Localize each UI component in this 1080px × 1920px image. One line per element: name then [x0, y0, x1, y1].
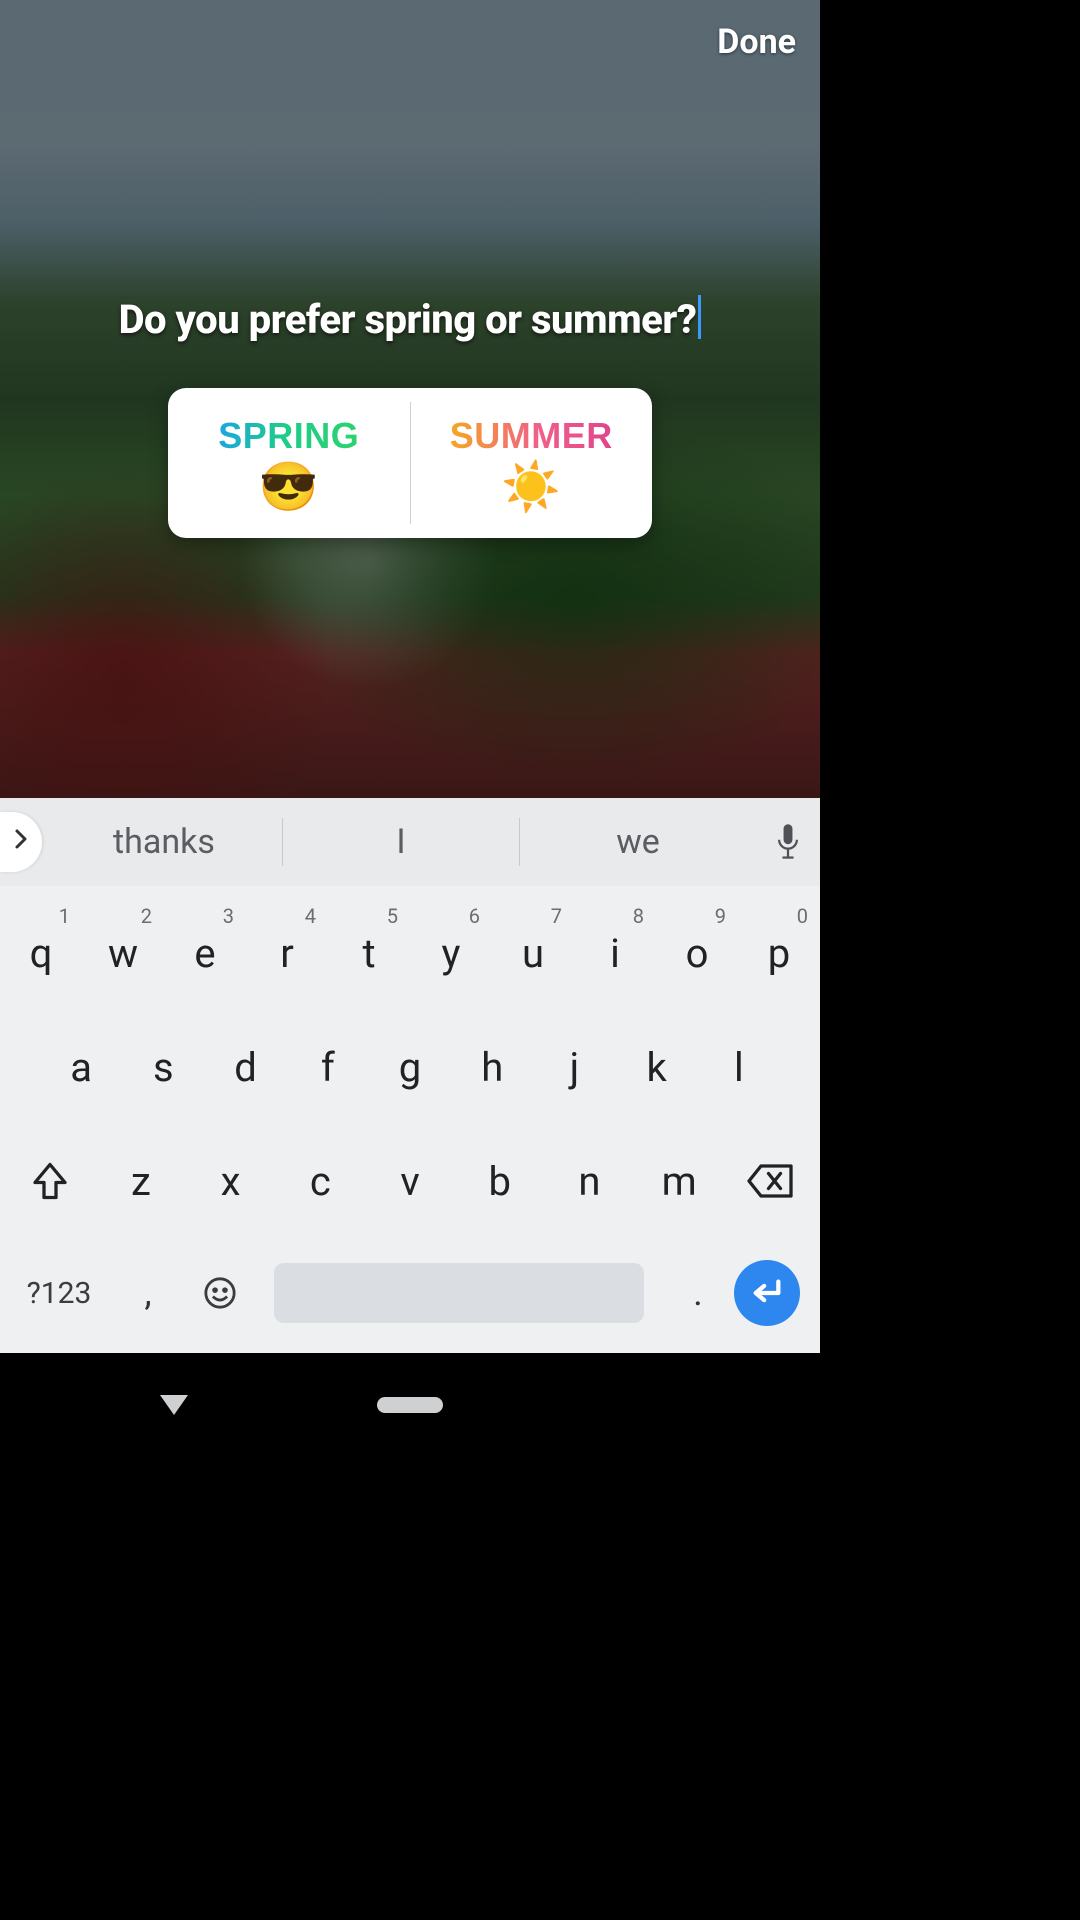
key-d[interactable]: d	[204, 1010, 286, 1124]
key-p[interactable]: 0p	[738, 896, 820, 1010]
poll-option-right-label: SUMMER	[450, 415, 613, 457]
smiley-icon	[203, 1276, 237, 1310]
backspace-key[interactable]	[724, 1163, 816, 1199]
key-l[interactable]: l	[698, 1010, 780, 1124]
shift-key[interactable]	[4, 1161, 96, 1201]
on-screen-keyboard: 1q2w3e4r5t6y7u8i9o0p asdfghjkl zxcvbnm ?…	[0, 886, 820, 1353]
key-s[interactable]: s	[122, 1010, 204, 1124]
key-e[interactable]: 3e	[164, 896, 246, 1010]
key-y[interactable]: 6y	[410, 896, 492, 1010]
key-w[interactable]: 2w	[82, 896, 164, 1010]
space-key[interactable]	[274, 1263, 644, 1323]
poll-sticker[interactable]: SPRING 😎 SUMMER ☀️	[168, 388, 652, 538]
key-hint: 7	[551, 904, 562, 928]
key-letter: z	[131, 1158, 151, 1205]
key-letter: i	[610, 930, 620, 977]
key-k[interactable]: k	[616, 1010, 698, 1124]
key-letter: m	[662, 1158, 697, 1205]
key-letter: x	[221, 1158, 241, 1205]
android-nav-bar	[0, 1353, 820, 1456]
period-key[interactable]: .	[662, 1272, 734, 1314]
key-letter: f	[321, 1044, 335, 1091]
key-letter: j	[570, 1044, 580, 1091]
key-letter: n	[578, 1158, 600, 1205]
key-hint: 4	[305, 904, 316, 928]
sun-emoji-icon: ☀️	[501, 463, 561, 511]
key-hint: 3	[223, 904, 234, 928]
key-letter: h	[481, 1044, 503, 1091]
text-cursor	[698, 295, 701, 339]
shift-icon	[32, 1161, 68, 1201]
key-letter: e	[194, 930, 215, 977]
key-b[interactable]: b	[455, 1158, 545, 1205]
backspace-icon	[745, 1163, 795, 1199]
key-letter: q	[30, 930, 53, 977]
key-letter: k	[647, 1044, 667, 1091]
key-letter: o	[686, 930, 709, 977]
key-r[interactable]: 4r	[246, 896, 328, 1010]
key-u[interactable]: 7u	[492, 896, 574, 1010]
key-m[interactable]: m	[634, 1158, 724, 1205]
key-letter: l	[734, 1044, 744, 1091]
voice-input-button[interactable]	[756, 822, 820, 862]
key-letter: w	[108, 930, 138, 977]
key-n[interactable]: n	[545, 1158, 635, 1205]
key-hint: 0	[797, 904, 808, 928]
key-j[interactable]: j	[533, 1010, 615, 1124]
symbols-key[interactable]: ?123	[6, 1276, 112, 1311]
key-t[interactable]: 5t	[328, 896, 410, 1010]
key-letter: t	[362, 930, 375, 977]
key-hint: 8	[633, 904, 644, 928]
emoji-key[interactable]	[184, 1276, 256, 1310]
key-o[interactable]: 9o	[656, 896, 738, 1010]
microphone-icon	[774, 822, 802, 862]
key-letter: b	[489, 1158, 511, 1205]
key-letter: s	[153, 1044, 174, 1091]
nav-home-pill[interactable]	[377, 1397, 443, 1413]
key-z[interactable]: z	[96, 1158, 186, 1205]
key-letter: c	[310, 1158, 331, 1205]
chevron-right-icon	[14, 828, 28, 856]
key-hint: 9	[715, 904, 726, 928]
key-q[interactable]: 1q	[0, 896, 82, 1010]
key-a[interactable]: a	[40, 1010, 122, 1124]
poll-option-left[interactable]: SPRING 😎	[168, 388, 410, 538]
key-letter: u	[522, 930, 544, 977]
suggestion-item[interactable]: I	[283, 798, 519, 886]
key-letter: y	[442, 930, 461, 977]
key-letter: a	[70, 1044, 92, 1091]
key-h[interactable]: h	[451, 1010, 533, 1124]
key-letter: d	[234, 1044, 257, 1091]
keyboard-suggestion-bar: thanks I we	[0, 798, 820, 886]
key-letter: r	[280, 930, 294, 977]
poll-option-left-label: SPRING	[218, 415, 359, 457]
key-i[interactable]: 8i	[574, 896, 656, 1010]
enter-key[interactable]	[734, 1260, 800, 1326]
nav-back-button[interactable]	[160, 1395, 188, 1415]
poll-question-input[interactable]: Do you prefer spring or summer?	[0, 295, 820, 343]
poll-option-right[interactable]: SUMMER ☀️	[411, 388, 653, 538]
key-c[interactable]: c	[275, 1158, 365, 1205]
enter-icon	[750, 1278, 784, 1308]
story-canvas[interactable]: Done Do you prefer spring or summer? SPR…	[0, 0, 820, 798]
suggestion-item[interactable]: we	[520, 798, 756, 886]
key-hint: 5	[387, 904, 398, 928]
key-g[interactable]: g	[369, 1010, 451, 1124]
done-button[interactable]: Done	[717, 22, 796, 62]
expand-suggestions-button[interactable]	[0, 812, 42, 872]
key-letter: p	[768, 930, 790, 977]
key-letter: v	[400, 1158, 419, 1205]
key-hint: 1	[59, 904, 70, 928]
comma-key[interactable]: ,	[112, 1272, 184, 1314]
key-hint: 6	[469, 904, 480, 928]
key-letter: g	[399, 1044, 421, 1091]
sunglasses-emoji-icon: 😎	[259, 463, 319, 511]
key-v[interactable]: v	[365, 1158, 455, 1205]
suggestion-item[interactable]: thanks	[46, 798, 282, 886]
key-f[interactable]: f	[287, 1010, 369, 1124]
key-x[interactable]: x	[186, 1158, 276, 1205]
key-hint: 2	[141, 904, 152, 928]
poll-question-text: Do you prefer spring or summer?	[119, 296, 697, 343]
